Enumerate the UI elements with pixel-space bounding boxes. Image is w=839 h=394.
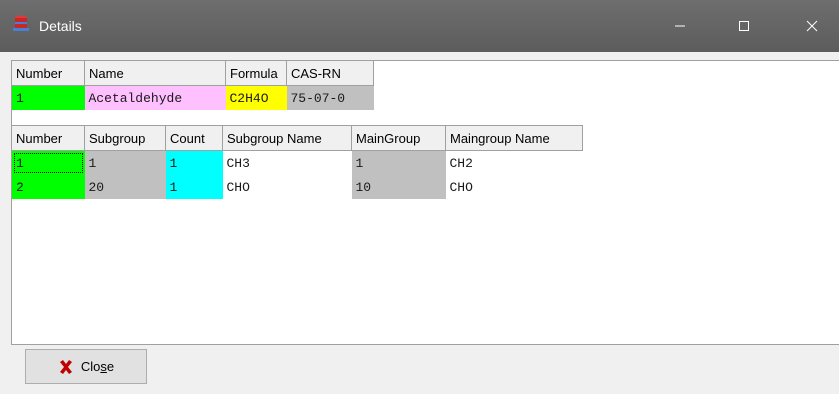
col-header-subgroup-name[interactable]: Subgroup Name (222, 125, 352, 151)
col-header-cas-rn[interactable]: CAS-RN (286, 61, 374, 86)
compound-number-cell[interactable]: 1 (12, 85, 85, 110)
number-cell[interactable]: 1 (12, 150, 85, 175)
count-cell[interactable]: 1 (165, 175, 223, 199)
table-row[interactable]: 2 20 1 CHO 10 CHO (12, 175, 583, 199)
col-header-count[interactable]: Count (165, 125, 223, 151)
window-title: Details (39, 18, 82, 34)
col-header-maingroup[interactable]: MainGroup (351, 125, 446, 151)
compound-formula-cell[interactable]: C2H4O (225, 85, 287, 110)
compound-header-row: Number Name Formula CAS-RN (12, 61, 374, 86)
compound-grid[interactable]: Number Name Formula CAS-RN 1 Acetaldehyd… (12, 61, 374, 110)
maximize-button[interactable] (721, 0, 767, 52)
close-label-part: Clo (80, 359, 101, 374)
col-header-formula[interactable]: Formula (225, 61, 287, 86)
subgroup-grid[interactable]: Number Subgroup Count Subgroup Name Main… (12, 125, 583, 199)
maingroup-name-cell[interactable]: CHO (445, 175, 583, 199)
red-x-icon (59, 359, 72, 374)
subgroup-cell[interactable]: 1 (84, 150, 166, 175)
close-window-button[interactable] (789, 0, 835, 52)
compound-cas-cell[interactable]: 75-07-0 (286, 85, 374, 110)
number-cell[interactable]: 2 (12, 175, 85, 199)
subgroup-name-cell[interactable]: CHO (222, 175, 352, 199)
compound-row[interactable]: 1 Acetaldehyde C2H4O 75-07-0 (12, 85, 374, 110)
close-button[interactable]: Close (25, 349, 147, 384)
maingroup-name-cell[interactable]: CH2 (445, 150, 583, 175)
close-button-label: Close (81, 359, 114, 374)
maximize-icon (739, 21, 749, 31)
maingroup-cell[interactable]: 1 (351, 150, 446, 175)
close-icon (806, 20, 818, 32)
subgroup-header-row: Number Subgroup Count Subgroup Name Main… (12, 125, 583, 151)
title-bar[interactable]: Details (0, 0, 839, 52)
table-row[interactable]: 1 1 1 CH3 1 CH2 (12, 150, 583, 175)
app-icon (13, 14, 29, 32)
col-header-number[interactable]: Number (12, 61, 85, 86)
maingroup-cell[interactable]: 10 (351, 175, 446, 199)
subgroup-cell[interactable]: 20 (84, 175, 166, 199)
col-header-maingroup-name[interactable]: Maingroup Name (445, 125, 583, 151)
compound-name-cell[interactable]: Acetaldehyde (84, 85, 226, 110)
close-label-part: e (106, 359, 115, 374)
grid-area: Number Name Formula CAS-RN 1 Acetaldehyd… (11, 60, 839, 345)
col-header-number[interactable]: Number (12, 125, 85, 151)
minimize-icon (675, 25, 685, 27)
col-header-name[interactable]: Name (84, 61, 226, 86)
window-body: Number Name Formula CAS-RN 1 Acetaldehyd… (0, 52, 839, 394)
count-cell[interactable]: 1 (165, 150, 223, 175)
minimize-button[interactable] (657, 0, 703, 52)
col-header-subgroup[interactable]: Subgroup (84, 125, 166, 151)
subgroup-name-cell[interactable]: CH3 (222, 150, 352, 175)
